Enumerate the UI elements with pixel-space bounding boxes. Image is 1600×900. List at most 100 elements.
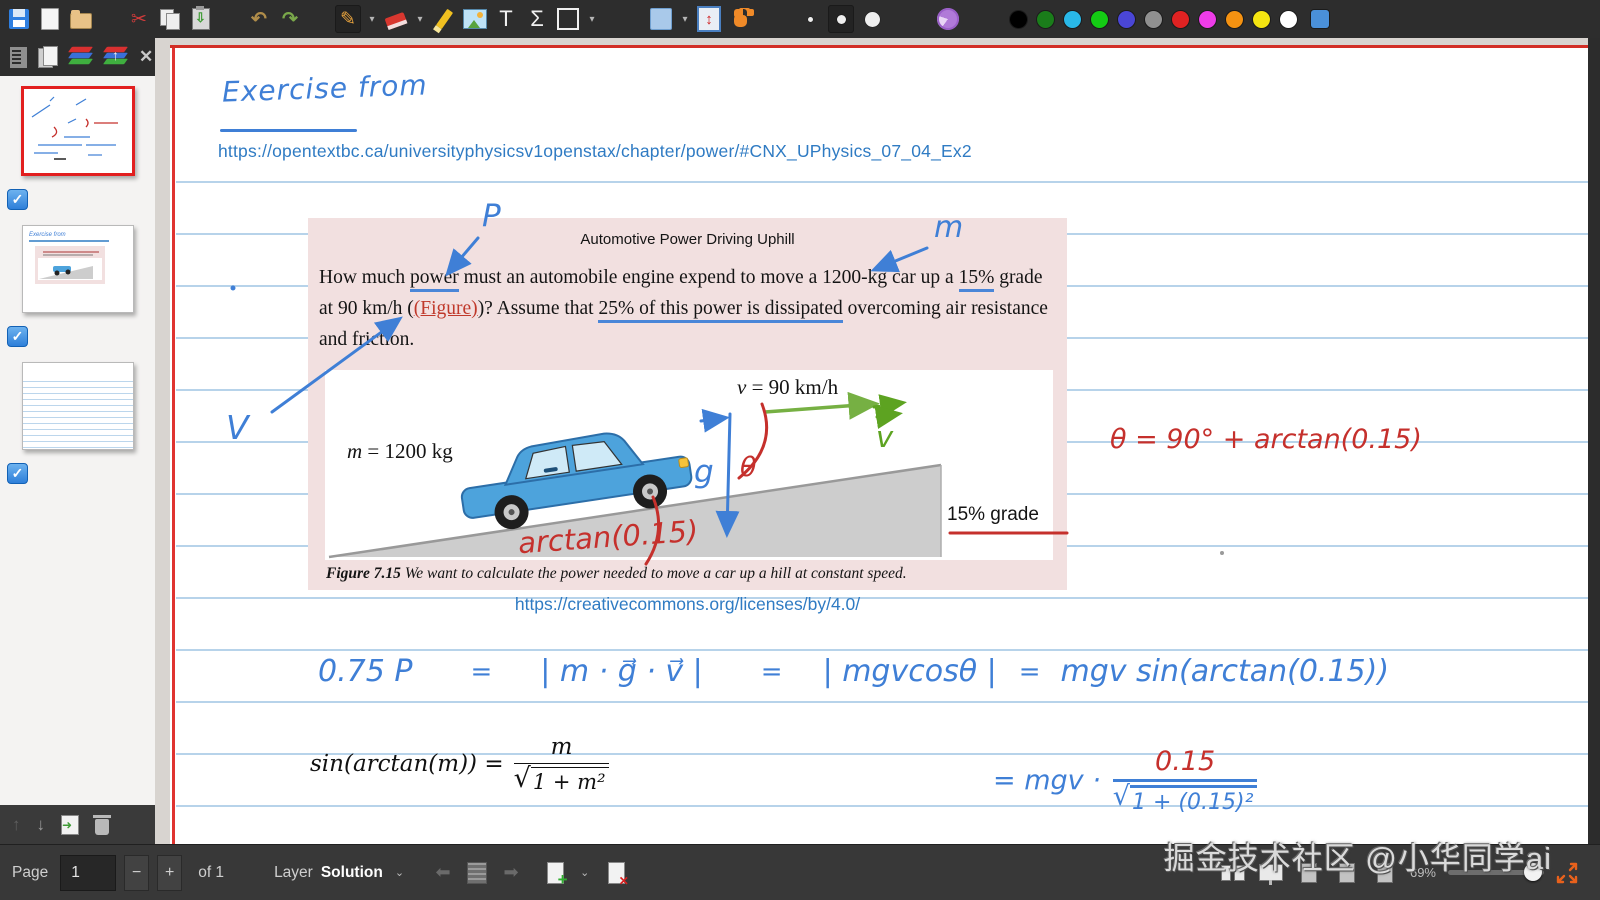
page-minus-button[interactable]: − <box>124 854 150 891</box>
cc-license-url[interactable]: https://creativecommons.org/licenses/by/… <box>308 594 1067 615</box>
document-canvas[interactable]: Exercise from https://opentextbc.ca/univ… <box>155 38 1600 845</box>
layer-thumbnail-background[interactable] <box>21 362 134 450</box>
color-wheel-icon[interactable] <box>935 5 961 33</box>
contents-tab-icon[interactable] <box>10 45 27 69</box>
annotation-m-label: m <box>934 210 964 245</box>
solution-token: | m · g⃗ · v⃗ | <box>540 654 703 689</box>
paste-icon[interactable] <box>188 5 214 33</box>
color-swatch[interactable] <box>1226 10 1243 28</box>
page-number-input[interactable]: 1 <box>60 854 117 891</box>
color-swatch[interactable] <box>1118 10 1135 28</box>
main-toolbar: ✂ ↶ ↷ ✎ ▾ ▾ T Σ ▾ ▾ ↕ <box>0 0 1600 38</box>
color-swatch[interactable] <box>1172 10 1189 28</box>
text-tool-icon[interactable]: T <box>493 5 519 33</box>
notebook-page[interactable]: Exercise from https://opentextbc.ca/univ… <box>170 45 1588 845</box>
delete-page-icon[interactable] <box>603 859 629 888</box>
solution-equation-row: 0.75 P = | m · g⃗ · v⃗ | = | mgvcosθ | = mgv s… <box>318 654 1389 689</box>
page-plus-button[interactable]: + <box>157 854 183 891</box>
color-swatch[interactable] <box>1280 10 1297 28</box>
latex-formula: sin(arctan(m)) = m √ 1 + m² <box>310 734 610 794</box>
annotation-p-label: P <box>482 198 501 234</box>
sidebar-tab-bar: ↑ ✕ <box>0 38 155 76</box>
xournalpp-window: ✂ ↶ ↷ ✎ ▾ ▾ T Σ ▾ ▾ ↕ <box>0 0 1600 900</box>
layer-thumbnail-exercise[interactable]: Exercise from <box>21 225 134 313</box>
open-file-icon[interactable] <box>68 5 94 33</box>
annotation-theta-label: θ <box>740 452 757 483</box>
math-tex-icon[interactable]: Σ <box>524 5 550 33</box>
select-rectangle-icon[interactable] <box>648 5 674 33</box>
sidebar: ↑ ✕ ✓ Exercise from ✓ ✓ ↑ ↓ ➜ <box>0 38 156 845</box>
sidebar-close-icon[interactable]: ✕ <box>139 45 153 69</box>
copy-icon[interactable] <box>157 5 183 33</box>
color-swatch[interactable] <box>1037 10 1054 28</box>
move-layer-down-icon[interactable]: ↓ <box>37 815 46 835</box>
layer-visibility-checkbox[interactable]: ✓ <box>7 189 28 210</box>
delete-layer-icon[interactable] <box>93 814 111 835</box>
annotation-theta-equation: θ = 90° + arctan(0.15) <box>1110 424 1422 455</box>
exercise-body: How much power must an automobile engine… <box>319 262 1055 355</box>
layerstack-preview-tab-icon[interactable]: ↑ <box>103 45 128 69</box>
grade-label: 15% grade <box>947 504 1039 525</box>
color-palette <box>1005 10 1302 28</box>
shape-dropdown-icon[interactable]: ▾ <box>586 14 598 25</box>
fullscreen-icon[interactable] <box>1556 862 1578 884</box>
stroke-thick-icon[interactable] <box>859 5 885 33</box>
highlighter-tool-icon[interactable] <box>431 5 457 33</box>
page-count-label: of 1 <box>198 863 225 881</box>
color-swatch[interactable] <box>1091 10 1108 28</box>
layer-thumbnail-solution[interactable] <box>20 86 135 176</box>
add-page-icon[interactable] <box>542 859 568 890</box>
layer-visibility-checkbox[interactable]: ✓ <box>7 326 28 347</box>
color-swatch[interactable] <box>1145 10 1162 28</box>
stroke-medium-icon[interactable] <box>828 5 854 33</box>
annotation-v-label: V <box>226 408 249 447</box>
velocity-arrow <box>764 391 880 420</box>
redo-icon[interactable]: ↷ <box>277 5 303 33</box>
sidebar-bottom-toolbar: ↑ ↓ <box>0 805 155 845</box>
layer-grid-icon[interactable] <box>464 859 490 887</box>
speed-label: v = 90 km/h <box>737 375 839 399</box>
pen-tool-icon[interactable]: ✎ <box>335 5 361 33</box>
color-swatch[interactable] <box>1199 10 1216 28</box>
annotation-velocity-label: v <box>876 420 894 454</box>
duplicate-layer-icon[interactable] <box>61 815 79 835</box>
layer-preview-tab-icon[interactable] <box>68 45 93 69</box>
select-dropdown-icon[interactable]: ▾ <box>679 14 691 25</box>
annotation-g-label: g <box>694 454 714 490</box>
page-preview-tab-icon[interactable] <box>38 45 58 69</box>
undo-icon[interactable]: ↶ <box>246 5 272 33</box>
layer-select[interactable]: Solution <box>321 864 383 882</box>
next-layer-icon[interactable]: ➡ <box>498 859 524 887</box>
insert-image-icon[interactable] <box>462 5 488 33</box>
solution-token: mgv sin(arctan(0.15)) <box>1060 654 1390 689</box>
new-document-icon[interactable] <box>37 5 63 33</box>
save-icon[interactable] <box>6 5 32 33</box>
source-url[interactable]: https://opentextbc.ca/universityphysicsv… <box>218 141 972 162</box>
pen-dropdown-icon[interactable]: ▾ <box>366 14 378 25</box>
color-picker-icon[interactable] <box>1307 5 1333 33</box>
eraser-dropdown-icon[interactable]: ▾ <box>414 14 426 25</box>
hand-tool-icon[interactable] <box>727 5 753 33</box>
figure-link[interactable]: (Figure) <box>414 298 478 319</box>
exercise-text-segment: )? Assume that <box>477 298 599 319</box>
vertical-space-icon[interactable]: ↕ <box>696 5 722 33</box>
previous-layer-icon[interactable]: ⬅ <box>430 859 456 887</box>
color-swatch[interactable] <box>1010 10 1027 28</box>
watermark-text: 掘金技术社区 @小华同学ai <box>1163 841 1552 876</box>
layer-visibility-checkbox[interactable]: ✓ <box>7 463 28 484</box>
color-swatch[interactable] <box>1064 10 1081 28</box>
figure-caption: Figure 7.15 We want to calculate the pow… <box>326 565 907 582</box>
eraser-tool-icon[interactable] <box>383 5 409 33</box>
layer-chevron-icon[interactable]: ⌄ <box>395 866 404 879</box>
heading-underline <box>220 129 357 132</box>
exercise-text-segment: How much <box>319 267 410 288</box>
move-layer-up-icon[interactable]: ↑ <box>12 815 21 835</box>
handwritten-fraction: = mgv · 0.15 √ 1 + (0.15)² <box>993 746 1258 815</box>
add-page-dropdown-icon[interactable]: ⌄ <box>580 866 589 879</box>
stroke-fine-icon[interactable] <box>797 5 823 33</box>
solution-token: = <box>760 656 783 687</box>
cut-icon[interactable]: ✂ <box>126 5 152 33</box>
shape-tool-icon[interactable] <box>555 5 581 33</box>
canvas-right-edge <box>1588 38 1600 845</box>
color-swatch[interactable] <box>1253 10 1270 28</box>
